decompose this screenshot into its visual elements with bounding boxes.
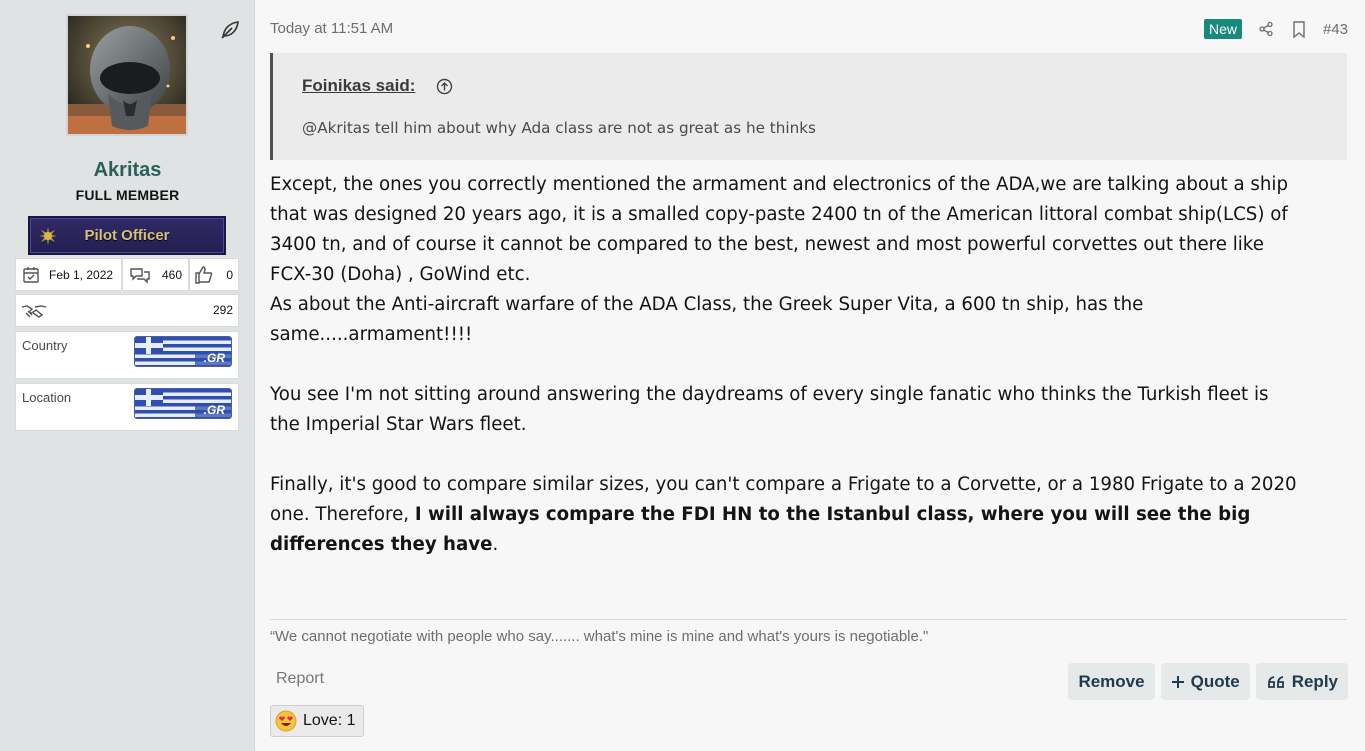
rank-label: Pilot Officer bbox=[84, 227, 170, 244]
body-line: Except, the ones you correctly mentioned… bbox=[270, 174, 1288, 195]
quote-button[interactable]: Quote bbox=[1160, 663, 1250, 700]
reply-button[interactable]: Reply bbox=[1255, 663, 1348, 700]
rank-banner: Pilot Officer bbox=[28, 216, 226, 255]
quote-block: Foinikas said: @Akritas tell him about w… bbox=[270, 53, 1347, 160]
body-text-run: . bbox=[492, 534, 499, 555]
post-body: Except, the ones you correctly mentioned… bbox=[270, 170, 1348, 560]
jump-up-icon[interactable] bbox=[436, 78, 453, 95]
body-line: FCX-30 (Doha) , GoWind etc. bbox=[270, 264, 531, 285]
quote-text: @Akritas tell him about why Ada class ar… bbox=[302, 119, 816, 137]
user-title: FULL MEMBER bbox=[75, 187, 180, 203]
location-label: Location bbox=[22, 390, 72, 405]
points-stat: 292 bbox=[15, 294, 239, 327]
remove-button[interactable]: Remove bbox=[1068, 663, 1155, 700]
location-field: Location .GR bbox=[15, 383, 239, 431]
country-flag: .GR bbox=[134, 336, 232, 367]
leaf-icon bbox=[219, 19, 241, 41]
post-timestamp[interactable]: Today at 11:51 AM bbox=[270, 20, 393, 37]
signature: “We cannot negotiate with people who say… bbox=[270, 628, 929, 645]
user-sidebar: Akritas FULL MEMBER Pilot Officer Feb 1,… bbox=[0, 0, 255, 751]
body-line: differences they have. bbox=[270, 530, 1348, 560]
messages-icon bbox=[130, 267, 150, 284]
thumbs-up-icon bbox=[195, 265, 213, 284]
body-line: You see I'm not sitting around answering… bbox=[270, 384, 1269, 405]
location-flag: .GR bbox=[134, 388, 232, 419]
user-stats: Feb 1, 2022 460 0 bbox=[15, 258, 239, 291]
body-line: one. Therefore, I will always compare th… bbox=[270, 500, 1348, 530]
reaction-summary[interactable]: Love: 1 bbox=[270, 705, 365, 737]
reaction-stat: 0 bbox=[189, 258, 239, 291]
body-line: the Imperial Star Wars fleet. bbox=[270, 414, 527, 435]
messages-stat: 460 bbox=[122, 258, 189, 291]
joined-stat: Feb 1, 2022 bbox=[15, 258, 122, 291]
body-line: As about the Anti-aircraft warfare of th… bbox=[270, 294, 1144, 315]
post-main: Today at 11:51 AM New #43 Foinikas said:… bbox=[270, 0, 1348, 751]
share-icon[interactable] bbox=[1257, 20, 1275, 38]
remove-label: Remove bbox=[1078, 671, 1145, 691]
quote-author[interactable]: Foinikas said: bbox=[302, 76, 415, 96]
post-number[interactable]: #43 bbox=[1323, 21, 1348, 38]
country-field: Country .GR bbox=[15, 331, 239, 379]
signature-divider bbox=[270, 619, 1347, 620]
quote-icon bbox=[1267, 675, 1284, 688]
calendar-icon bbox=[23, 266, 39, 283]
country-label: Country bbox=[22, 338, 68, 353]
reaction-label: Love: 1 bbox=[303, 712, 356, 729]
reply-label: Reply bbox=[1291, 671, 1338, 691]
bookmark-icon[interactable] bbox=[1290, 20, 1308, 38]
new-badge: New bbox=[1203, 19, 1242, 39]
body-line: same.....armament!!!! bbox=[270, 324, 473, 345]
love-emoji-icon bbox=[275, 710, 297, 732]
flag-text: .GR bbox=[203, 351, 225, 365]
body-bold-run: I will always compare the FDI HN to the … bbox=[414, 504, 1251, 525]
plus-icon bbox=[1171, 675, 1184, 688]
user-avatar[interactable] bbox=[66, 14, 188, 136]
points-value: 292 bbox=[212, 303, 233, 317]
flag-text: .GR bbox=[203, 403, 225, 417]
body-bold-run: differences they have bbox=[270, 534, 493, 555]
body-line: that was designed 20 years ago, it is a … bbox=[270, 204, 1288, 225]
username[interactable]: Akritas bbox=[0, 159, 255, 182]
joined-date: Feb 1, 2022 bbox=[49, 267, 114, 282]
post-header-actions: New #43 bbox=[1203, 18, 1348, 40]
body-line: Finally, it's good to compare similar si… bbox=[270, 474, 1297, 495]
body-line: 3400 tn, and of course it cannot be comp… bbox=[270, 234, 1264, 255]
messages-count: 460 bbox=[161, 267, 182, 282]
post-actions: Remove Quote Reply bbox=[1068, 663, 1348, 700]
body-text-run: one. Therefore, bbox=[270, 504, 415, 525]
report-link[interactable]: Report bbox=[276, 670, 324, 688]
quote-label: Quote bbox=[1190, 671, 1240, 691]
reaction-score: 0 bbox=[226, 267, 233, 282]
handshake-icon bbox=[21, 305, 47, 318]
